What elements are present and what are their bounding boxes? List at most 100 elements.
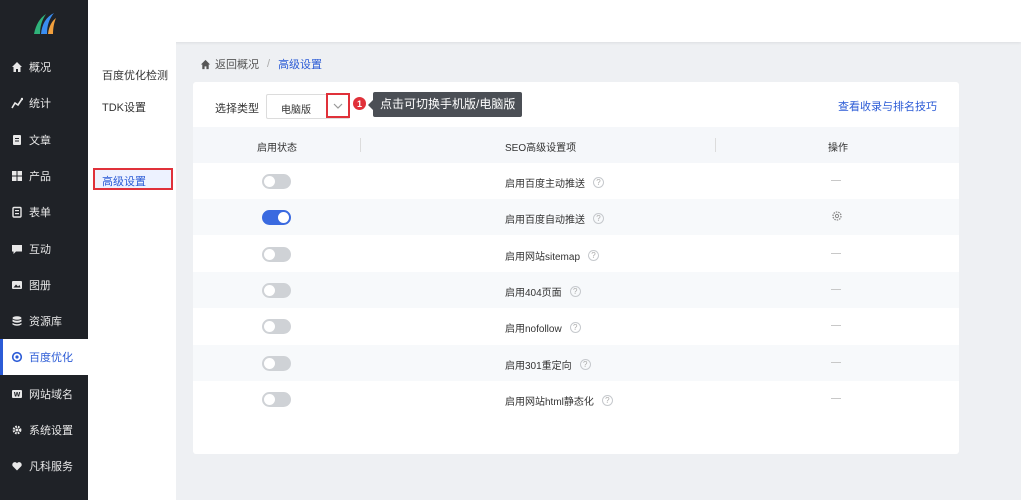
brand-logo-icon[interactable]: [30, 8, 58, 36]
table-row: 启用301重定向?: [193, 344, 959, 381]
sidebar-item-label: 图册: [29, 279, 51, 292]
table-row: 启用百度主动推送?: [193, 163, 959, 199]
sidebar-item-4[interactable]: 表单: [0, 194, 88, 230]
table-row: 启用网站sitemap?: [193, 236, 959, 272]
no-action-dash: [831, 288, 841, 290]
sidebar-item-label: 资源库: [29, 316, 62, 329]
submenu-item-advanced[interactable]: 高级设置: [93, 168, 173, 190]
sidebar-item-6[interactable]: 图册: [0, 267, 88, 303]
settings-gear-icon[interactable]: [831, 210, 843, 222]
sidebar-item-label: 系统设置: [29, 425, 73, 437]
enable-toggle[interactable]: [262, 282, 291, 298]
sidebar-item-label: 产品: [29, 170, 51, 183]
image-icon: [12, 280, 22, 289]
header-actions: 操作: [828, 143, 848, 154]
toggle-knob: [264, 284, 275, 296]
sidebar-item-label: 统计: [29, 98, 51, 111]
sidebar-item-label: 网站域名: [29, 388, 73, 401]
sidebar-item-label: 文章: [29, 134, 51, 147]
table-row: 启用网站html静态化?: [193, 381, 959, 417]
settings-card: 选择类型 电脑版 1 点击可切换手机版/电脑版 查看收录与排名技巧 启用状态 S…: [193, 82, 959, 454]
sidebar-item-5[interactable]: 互动: [0, 231, 88, 267]
submenu-item-baidu-check[interactable]: 百度优化检测: [102, 67, 168, 83]
setting-item-label: 启用网站html静态化?: [505, 393, 613, 408]
sidebar-item-8[interactable]: 百度优化: [0, 339, 88, 376]
enable-toggle[interactable]: [262, 246, 291, 262]
breadcrumb: 返回概况 / 高级设置: [200, 56, 322, 72]
table-header: 启用状态 SEO高级设置项 操作: [193, 127, 959, 163]
help-icon[interactable]: ?: [569, 322, 581, 334]
web-icon: W: [12, 389, 22, 398]
ranking-tips-link[interactable]: 查看收录与排名技巧: [838, 98, 937, 114]
setting-item-text: 启用nofollow: [505, 324, 562, 336]
breadcrumb-back-link[interactable]: 返回概况: [215, 56, 259, 72]
help-icon[interactable]: ?: [569, 285, 581, 297]
table-row: 启用nofollow?: [193, 308, 959, 344]
table-row: 启用404页面?: [193, 271, 959, 308]
heart-icon: [12, 462, 22, 471]
enable-toggle[interactable]: [262, 355, 291, 371]
secondary-menu: 百度优化检测 TDK设置 高级设置: [88, 42, 176, 500]
select-type-label: 选择类型: [215, 103, 259, 115]
logo-area: [0, 0, 88, 42]
no-action-dash: [831, 180, 841, 181]
svg-text:W: W: [14, 391, 21, 398]
setting-item-text: 启用百度自动推送: [505, 215, 585, 227]
chevron-down-icon: [333, 103, 343, 109]
setting-item-label: 启用百度主动推送?: [505, 175, 604, 190]
sidebar-item-11[interactable]: 凡科服务: [0, 448, 88, 484]
submenu-item-tdk[interactable]: TDK设置: [102, 99, 146, 115]
switch-tooltip: 点击可切换手机版/电脑版: [367, 92, 523, 117]
toggle-knob: [264, 176, 275, 187]
setting-item-text: 启用网站sitemap: [505, 251, 581, 263]
no-action-dash: [831, 361, 841, 363]
sidebar-item-3[interactable]: 产品: [0, 158, 88, 194]
help-icon[interactable]: ?: [593, 177, 604, 188]
help-icon[interactable]: ?: [593, 213, 604, 225]
enable-toggle[interactable]: [262, 319, 291, 335]
sidebar-item-1[interactable]: 统计: [0, 85, 88, 121]
enable-toggle[interactable]: [262, 174, 291, 189]
header-divider: [715, 138, 716, 152]
sidebar-item-label: 表单: [29, 207, 51, 220]
setting-item-text: 启用百度主动推送: [505, 179, 585, 190]
sidebar-item-9[interactable]: W 网站域名: [0, 376, 88, 412]
no-action-dash: [831, 325, 841, 327]
breadcrumb-separator: /: [267, 58, 271, 70]
setting-item-text: 启用404页面: [505, 287, 562, 299]
header-status: 启用状态: [257, 143, 297, 154]
sidebar-item-0[interactable]: 概况: [0, 49, 88, 85]
database-icon: [12, 316, 22, 326]
sidebar-item-10[interactable]: 系统设置: [0, 412, 88, 448]
no-action-dash: [831, 397, 841, 399]
help-icon[interactable]: ?: [579, 358, 591, 370]
form-icon: [12, 206, 22, 218]
top-bar: [88, 0, 1021, 42]
enable-toggle[interactable]: [262, 391, 291, 407]
help-icon[interactable]: ?: [601, 394, 613, 406]
article-icon: [13, 134, 21, 145]
sidebar-item-label: 百度优化: [29, 352, 73, 365]
setting-item-text: 启用301重定向: [505, 360, 572, 372]
select-dropdown-toggle[interactable]: [326, 93, 350, 118]
header-divider: [360, 138, 361, 152]
sidebar-item-label: 互动: [29, 243, 51, 256]
breadcrumb-current: 高级设置: [278, 59, 323, 71]
help-icon[interactable]: ?: [588, 249, 600, 261]
enable-toggle[interactable]: [262, 210, 291, 226]
select-value: 电脑版: [281, 105, 311, 116]
grid-icon: [12, 170, 22, 181]
setting-item-text: 启用网站html静态化: [505, 396, 594, 408]
device-type-select[interactable]: 电脑版: [266, 93, 350, 119]
refresh-icon: [11, 352, 23, 363]
setting-item-label: 启用404页面?: [505, 284, 581, 299]
table-row: 启用百度自动推送?: [193, 199, 959, 236]
sidebar-item-2[interactable]: 文章: [0, 122, 88, 158]
setting-item-label: 启用网站sitemap?: [505, 248, 600, 263]
no-action-dash: [831, 252, 841, 254]
chat-icon: [12, 244, 22, 254]
stats-icon: [11, 98, 23, 109]
setting-item-label: 启用百度自动推送?: [505, 211, 604, 226]
sidebar-item-7[interactable]: 资源库: [0, 303, 88, 339]
home-icon[interactable]: [200, 59, 211, 70]
